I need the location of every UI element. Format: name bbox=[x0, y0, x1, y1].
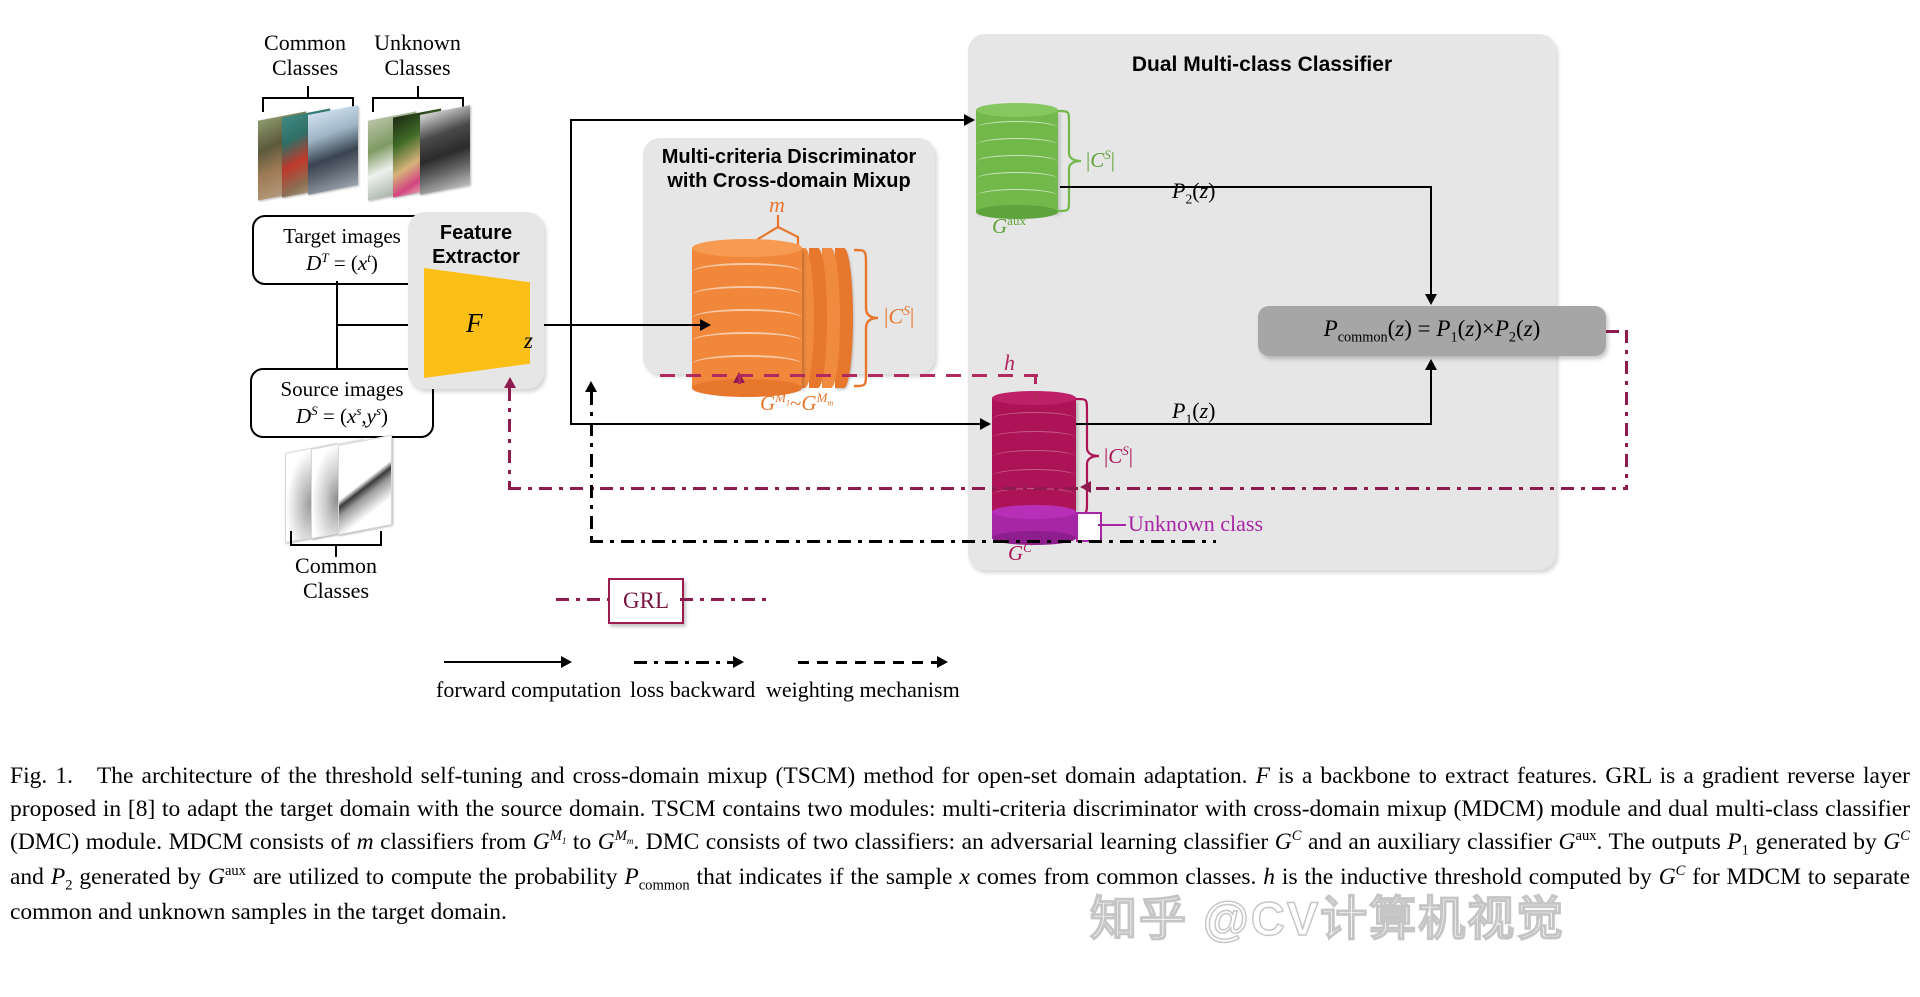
target-images-box: Target images DT = (xt) bbox=[252, 215, 432, 285]
figure-caption: Fig. 1. The architecture of the threshol… bbox=[10, 763, 1911, 925]
fe-output-line bbox=[544, 324, 706, 327]
source-images-title: Source images bbox=[280, 376, 404, 401]
caption-figure-number: Fig. 1. bbox=[10, 763, 73, 789]
target-unknown-thumbnails bbox=[368, 105, 476, 202]
unknown-classes-top-label: Unknown Classes bbox=[374, 30, 461, 81]
feature-extractor-title: Feature Extractor bbox=[432, 222, 520, 269]
common-classes-bottom-label: Common Classes bbox=[295, 553, 377, 604]
weighting-to-adv-arrow bbox=[1080, 481, 1091, 493]
weighting-right-vline bbox=[1625, 330, 1628, 488]
grl-left-line bbox=[556, 598, 608, 601]
threshold-h-line bbox=[660, 374, 1038, 377]
dmc-adv-name: GC bbox=[1008, 540, 1032, 565]
threshold-to-mdcm-stem bbox=[737, 374, 741, 388]
p1-to-pcommon-arrow bbox=[1424, 359, 1437, 370]
pcommon-formula: Pcommon(z) = P1(z)×P2(z) bbox=[1323, 315, 1541, 346]
weighting-bottom-line bbox=[600, 487, 1628, 490]
weighting-left-bottom bbox=[508, 487, 600, 490]
fe-branch-vline bbox=[570, 119, 573, 425]
mdcm-classifier-names: GM1~GMm bbox=[760, 390, 834, 415]
threshold-h-label: h bbox=[1004, 350, 1015, 375]
grl-right-line bbox=[680, 598, 772, 601]
source-images-formula: DS = (xs,ys) bbox=[295, 402, 389, 428]
grl-label: GRL bbox=[623, 588, 669, 613]
fe-to-mdcm-arrow bbox=[700, 318, 711, 331]
unknown-class-label: Unknown class bbox=[1128, 511, 1264, 536]
dmc-title: Dual Multi-class Classifier bbox=[1131, 53, 1393, 76]
legend-loss-label: loss backward bbox=[630, 677, 756, 702]
dmc-aux-cylinder bbox=[976, 103, 1058, 219]
feature-extractor-symbol: F bbox=[466, 308, 483, 338]
legend-loss-arrow bbox=[634, 655, 754, 669]
loss-backward-to-fe-arrow bbox=[585, 381, 597, 392]
branch-to-adv-line bbox=[570, 423, 986, 426]
source-images-box: Source images DS = (xs,ys) bbox=[250, 368, 434, 438]
p1-up-vline bbox=[1430, 370, 1433, 423]
thumbnail bbox=[338, 434, 392, 536]
loss-backward-right-line bbox=[996, 540, 1216, 543]
target-images-formula: DT = (xt) bbox=[306, 249, 378, 275]
weighting-to-fe-arrow bbox=[503, 377, 516, 388]
dmc-aux-name: Gaux bbox=[992, 213, 1026, 238]
pcommon-box: Pcommon(z) = P1(z)×P2(z) bbox=[1258, 306, 1606, 356]
dmc-aux-class-brace bbox=[1056, 108, 1086, 214]
legend-weighting-label: weighting mechanism bbox=[766, 677, 960, 702]
legend-forward-arrow bbox=[444, 655, 574, 669]
mdcm-class-brace bbox=[852, 246, 884, 390]
latent-feature-z-label: z bbox=[524, 328, 533, 353]
dmc-adv-class-brace bbox=[1074, 396, 1104, 518]
mdcm-title: Multi-criteria Discriminator with Cross-d… bbox=[661, 146, 917, 193]
source-common-thumbnails bbox=[285, 434, 400, 544]
p2-label: P2(z) bbox=[1172, 178, 1216, 207]
legend: forward computation loss backward weight… bbox=[436, 645, 1176, 715]
thumbnail bbox=[308, 105, 358, 195]
adv-to-p1-line bbox=[1076, 423, 1432, 426]
thumbnail bbox=[420, 105, 470, 195]
branch-to-aux-arrow bbox=[964, 113, 975, 126]
dmc-adv-class-count-label: |CS| bbox=[1104, 443, 1133, 468]
weighting-left-vline bbox=[508, 388, 511, 488]
threshold-h-drop bbox=[1034, 374, 1037, 400]
loss-backward-vline bbox=[590, 392, 593, 542]
unknown-class-callout-box bbox=[1076, 512, 1102, 542]
dmc-adv-cylinder bbox=[992, 391, 1076, 518]
dmc-unknown-class-segment bbox=[992, 505, 1076, 545]
unknown-class-callout-line bbox=[1098, 524, 1126, 527]
target-images-title: Target images bbox=[283, 223, 401, 248]
branch-to-adv-arrow bbox=[980, 417, 991, 430]
loss-backward-line bbox=[590, 540, 998, 543]
grl-box: GRL bbox=[608, 578, 684, 624]
aux-to-p2-line bbox=[1060, 186, 1432, 189]
legend-forward-label: forward computation bbox=[436, 677, 622, 702]
mdcm-class-count-label: |CS| bbox=[884, 303, 915, 329]
branch-to-aux-line bbox=[570, 119, 970, 122]
p2-down-vline bbox=[1430, 186, 1433, 294]
dmc-aux-class-count-label: |CS| bbox=[1086, 147, 1115, 172]
common-classes-top-label: Common Classes bbox=[264, 30, 346, 81]
target-common-thumbnails bbox=[258, 105, 363, 202]
legend-weighting-arrow bbox=[798, 655, 958, 669]
figure-canvas: Common Classes Unknown Classes Target im… bbox=[0, 0, 1920, 740]
p2-to-pcommon-arrow bbox=[1424, 294, 1437, 305]
